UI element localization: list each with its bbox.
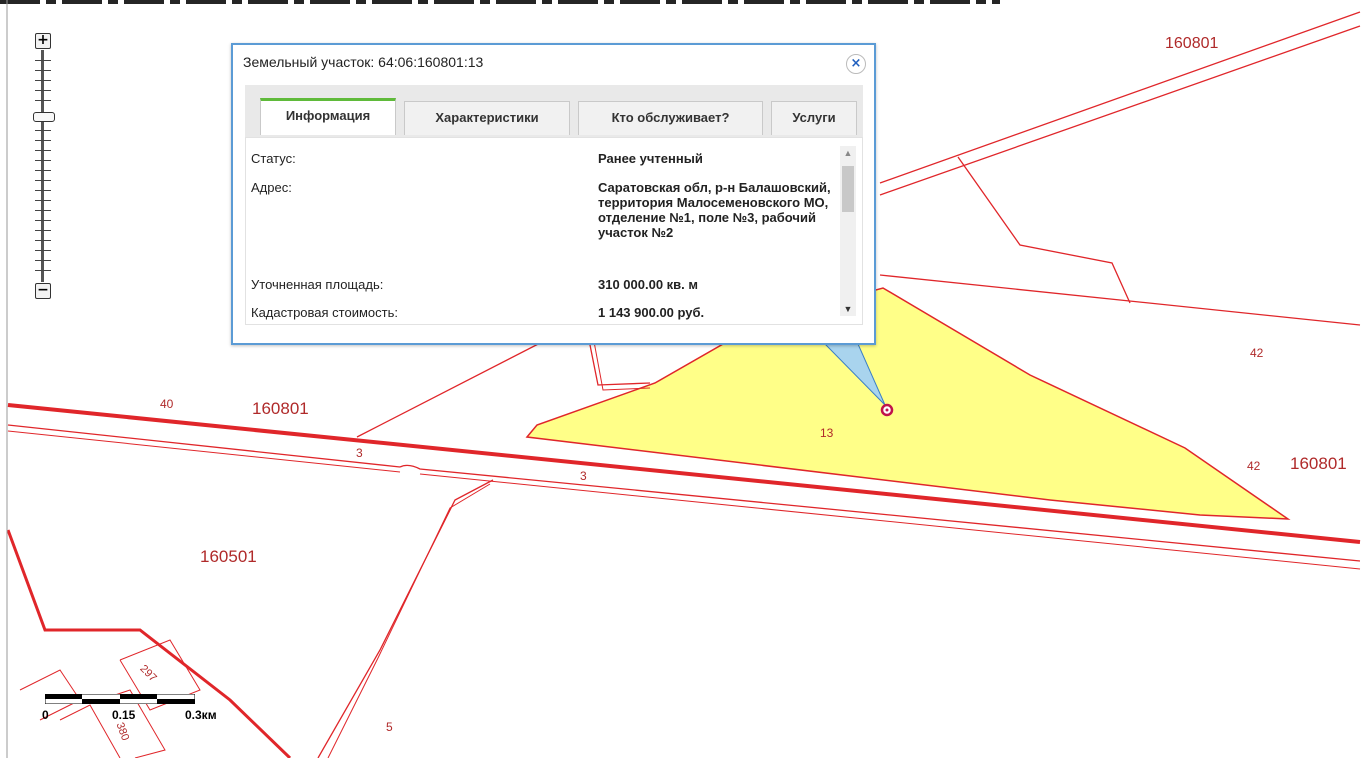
- label-quarter-160801-right: 160801: [1290, 454, 1347, 473]
- tab-information[interactable]: Информация: [260, 98, 396, 135]
- label-parcel-42-upper: 42: [1250, 346, 1264, 360]
- zoom-tick: [35, 270, 51, 271]
- zoom-tick: [35, 80, 51, 81]
- zoom-tick: [35, 150, 51, 151]
- scroll-down-icon[interactable]: ▼: [840, 302, 856, 316]
- zoom-tick: [35, 190, 51, 191]
- scale-label-max: 0.3км: [185, 708, 217, 722]
- scroll-thumb[interactable]: [842, 166, 854, 212]
- zoom-tick: [35, 90, 51, 91]
- tab-characteristics[interactable]: Характеристики: [404, 101, 570, 135]
- zoom-tick: [35, 210, 51, 211]
- zoom-tick: [35, 180, 51, 181]
- zoom-slider-track[interactable]: [41, 50, 44, 282]
- popup-scrollbar[interactable]: ▲ ▼: [840, 146, 856, 316]
- road-upper-right-2: [879, 25, 1361, 196]
- parcel-boundary-right-2: [879, 274, 1361, 326]
- scale-label-mid: 0.15: [112, 708, 136, 722]
- parcel-boundary-right: [957, 156, 1131, 304]
- status-value: Ранее учтенный: [598, 151, 703, 166]
- cadastral-value-value: 1 143 900.00 руб.: [598, 305, 705, 320]
- cadastral-value-label: Кадастровая стоимость:: [251, 305, 398, 320]
- label-quarter-160501: 160501: [200, 547, 257, 566]
- label-quarter-160801-top: 160801: [1165, 35, 1218, 52]
- zoom-tick: [35, 60, 51, 61]
- zoom-tick: [35, 100, 51, 101]
- scroll-up-icon[interactable]: ▲: [840, 146, 856, 160]
- zoom-tick: [35, 130, 51, 131]
- label-parcel-297: 297: [137, 663, 158, 684]
- road-lower-left-2: [327, 483, 491, 758]
- address-value: Саратовская обл, р-н Балашовский, террит…: [598, 180, 831, 240]
- zoom-tick: [35, 260, 51, 261]
- area-value: 310 000.00 кв. м: [598, 277, 699, 292]
- label-parcel-380: 380: [114, 721, 132, 742]
- label-parcel-40: 40: [160, 397, 174, 411]
- road-lower-boundary: [7, 424, 401, 468]
- zoom-tick: [35, 160, 51, 161]
- zoom-tick: [35, 250, 51, 251]
- zoom-tick: [35, 140, 51, 141]
- zoom-tick: [35, 170, 51, 171]
- zoom-tick: [35, 240, 51, 241]
- label-parcel-42-lower: 42: [1247, 459, 1261, 473]
- zoom-out-button[interactable]: −: [35, 283, 51, 299]
- label-quarter-160801-left: 160801: [252, 399, 309, 418]
- zoom-tick: [35, 230, 51, 231]
- area-label: Уточненная площадь:: [251, 277, 384, 292]
- popup-tabs: Информация Характеристики Кто обслуживае…: [245, 85, 863, 137]
- label-parcel-3-b: 3: [580, 469, 587, 483]
- label-parcel-5: 5: [386, 720, 393, 734]
- close-icon[interactable]: ×: [846, 54, 866, 74]
- plots-lower-left-4: [59, 704, 121, 758]
- popup-info-panel: Статус: Ранее учтенный Адрес: Саратовска…: [245, 137, 863, 325]
- zoom-tick: [35, 200, 51, 201]
- popup-title: Земельный участок: 64:06:160801:13: [243, 54, 484, 70]
- scale-label-zero: 0: [42, 708, 49, 722]
- label-parcel-3-a: 3: [356, 446, 363, 460]
- status-label: Статус:: [251, 151, 296, 166]
- tab-who-serves[interactable]: Кто обслуживает?: [578, 101, 763, 135]
- tab-services[interactable]: Услуги: [771, 101, 857, 135]
- zoom-in-button[interactable]: +: [35, 33, 51, 49]
- scale-bar: [45, 694, 195, 704]
- parcel-info-popup: Земельный участок: 64:06:160801:13 × Инф…: [231, 43, 876, 345]
- zoom-slider-handle[interactable]: [33, 112, 55, 122]
- zoom-tick: [35, 220, 51, 221]
- zoom-tick: [35, 70, 51, 71]
- address-label: Адрес:: [251, 180, 292, 195]
- label-parcel-13: 13: [820, 426, 834, 440]
- road-lower-left: [317, 479, 494, 758]
- road-upper-right-1: [879, 11, 1361, 184]
